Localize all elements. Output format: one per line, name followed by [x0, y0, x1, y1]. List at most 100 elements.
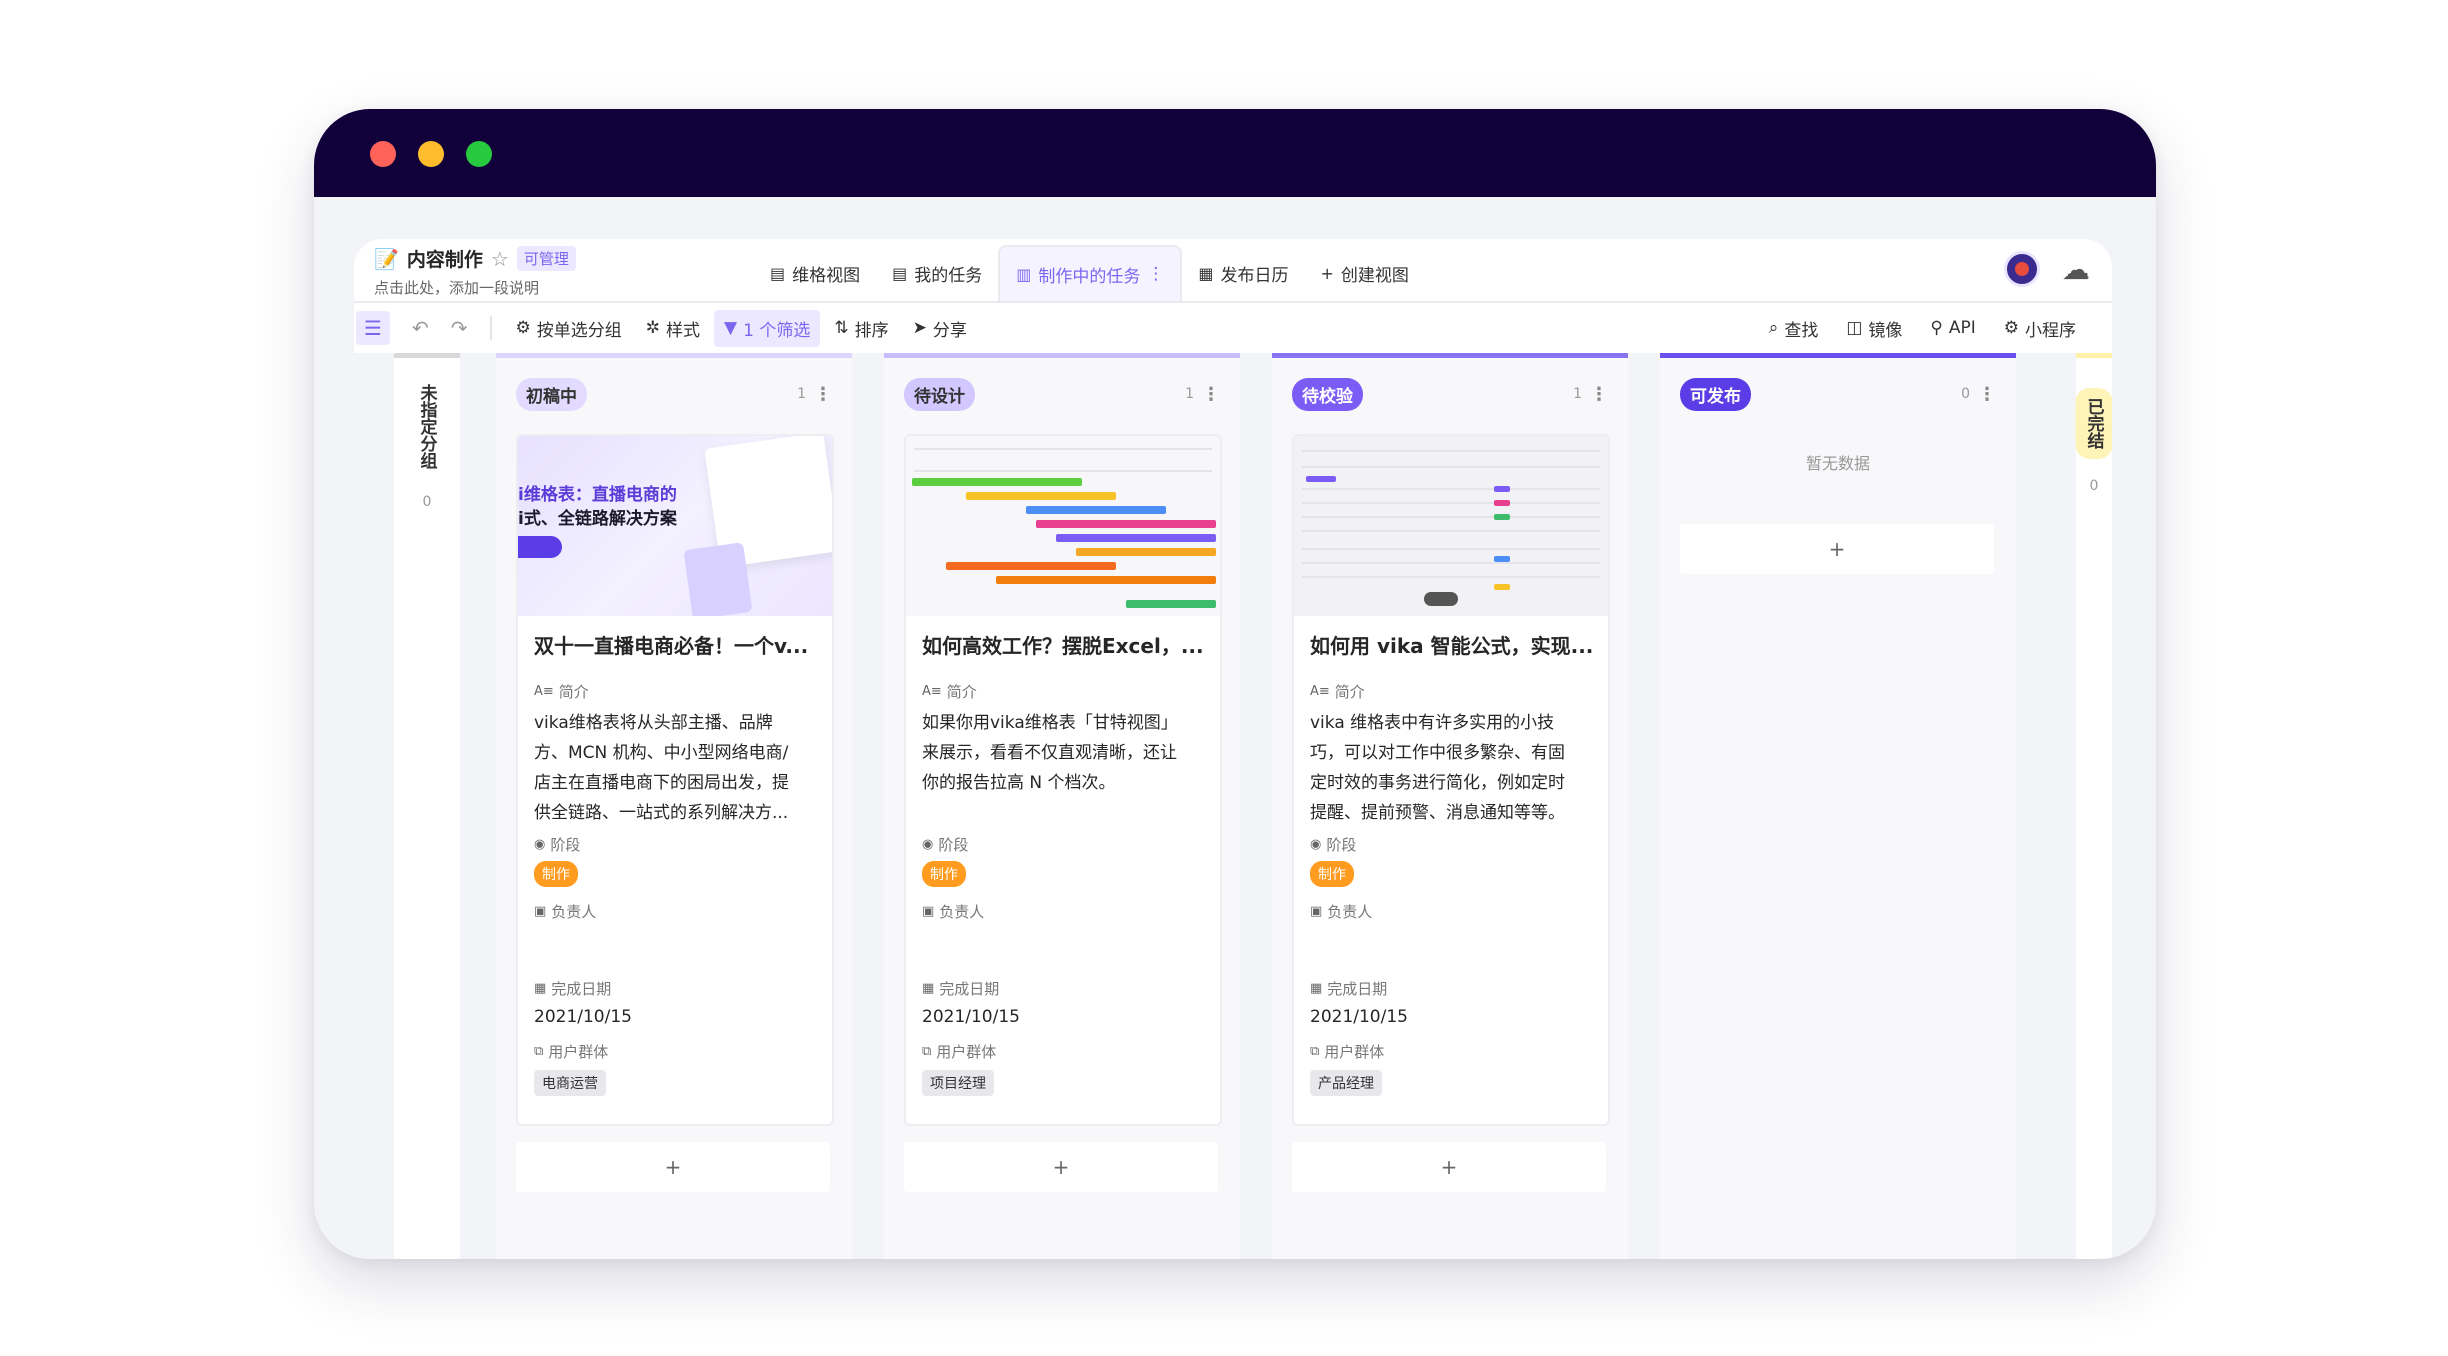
member-icon: ▣ — [534, 904, 547, 919]
column-label[interactable]: 初稿中 — [516, 377, 587, 411]
card-cover-image: i维格表：直播电商的 i式、全链路解决方案 — [518, 436, 832, 616]
field-label: ▦ 完成日期 — [534, 980, 612, 998]
intro-line: 提醒、提前预警、消息通知等等。 — [1310, 803, 1565, 823]
date-icon: ▦ — [534, 981, 547, 996]
redo-icon[interactable]: ↷ — [451, 316, 468, 340]
style-label: 样式 — [666, 320, 701, 341]
column-count: 1 — [797, 386, 806, 402]
ungrouped-label: 未指定分组 — [416, 384, 437, 469]
datasheet-title-area: 📝 内容制作 ☆ 可管理 — [374, 245, 576, 272]
intro-line: 你的报告拉高 N 个档次。 — [922, 773, 1116, 793]
field-label: ▣ 负责人 — [1310, 903, 1373, 921]
column-label[interactable]: 待校验 — [1292, 377, 1363, 411]
kanban-column: 待校验 1 ⋮ 如何用 vika 智能公式，实现... A≡ 简介 vika 维… — [1272, 353, 1628, 1259]
intro-line: 来展示，看看不仅直观清晰，还让 — [922, 743, 1177, 763]
kanban-card[interactable]: 如何用 vika 智能公式，实现... A≡ 简介 vika 维格表中有许多实用的… — [1292, 434, 1610, 1126]
user-group-tag: 产品经理 — [1310, 1070, 1382, 1096]
card-cover-image — [1294, 436, 1608, 616]
minimize-window-button[interactable] — [418, 141, 444, 167]
tab-label: 制作中的任务 — [1038, 266, 1141, 287]
more-icon[interactable]: ⋮ — [1590, 384, 1608, 405]
column-header: 初稿中 1 ⋮ — [516, 376, 832, 412]
toolbar-divider — [489, 316, 492, 340]
more-icon[interactable]: ⋮ — [1202, 384, 1220, 405]
create-view-button[interactable]: + 创建视图 — [1305, 245, 1425, 301]
datasheet-title[interactable]: 内容制作 — [407, 245, 483, 272]
group-label: 按单选分组 — [536, 320, 622, 341]
permission-badge[interactable]: 可管理 — [516, 246, 576, 271]
undo-icon[interactable]: ↶ — [412, 316, 429, 340]
field-label: ⧉ 用户群体 — [534, 1043, 609, 1061]
single-select-icon: ◉ — [534, 837, 546, 852]
sort-icon: ⇅ — [834, 318, 849, 338]
style-icon: ✲ — [645, 318, 661, 338]
intro-line: 巧，可以对工作中很多繁杂、有固 — [1310, 743, 1565, 763]
api-label: API — [1948, 318, 1976, 338]
date-icon: ▦ — [922, 981, 935, 996]
ungrouped-column[interactable]: 未指定分组 0 — [394, 353, 460, 1259]
avatar[interactable] — [2004, 251, 2040, 287]
cloud-sync-icon[interactable]: ☁ — [2062, 253, 2090, 286]
tab-grid-view[interactable]: ▤ 维格视图 — [754, 245, 876, 301]
mirror-button[interactable]: ◫ 镜像 — [1836, 310, 1912, 347]
add-record-button[interactable]: + — [516, 1142, 830, 1192]
api-button[interactable]: ⚲ API — [1920, 312, 1985, 344]
column-count: 0 — [1961, 386, 1970, 402]
view-toolbar: ☰ ↶ ↷ ⚙ 按单选分组 ✲ 样式 ▼ 1 个筛选 ⇅ 排序 ➤ 分享 ⌕ 查找 ◫ 镜像 … — [354, 303, 2112, 353]
mirror-label: 镜像 — [1868, 320, 1903, 341]
api-icon: ⚲ — [1930, 318, 1943, 338]
column-count: 1 — [1185, 386, 1194, 402]
single-select-icon: ◉ — [1310, 837, 1322, 852]
field-label: ▦ 完成日期 — [922, 980, 1000, 998]
close-window-button[interactable] — [370, 141, 396, 167]
sort-button[interactable]: ⇅ 排序 — [824, 310, 898, 347]
card-title: 如何用 vika 智能公式，实现... — [1310, 634, 1594, 658]
kanban-card[interactable]: i维格表：直播电商的 i式、全链路解决方案 双十一直播电商必备！一个v... A… — [516, 434, 834, 1126]
add-record-button[interactable]: + — [904, 1142, 1218, 1192]
find-label: 查找 — [1784, 320, 1819, 341]
stage-badge: 制作 — [534, 861, 578, 887]
column-label[interactable]: 待设计 — [904, 377, 975, 411]
group-button[interactable]: ⚙ 按单选分组 — [506, 310, 632, 347]
star-icon[interactable]: ☆ — [491, 247, 509, 271]
add-record-button[interactable]: + — [1292, 1142, 1606, 1192]
widget-icon: ⚙ — [2003, 318, 2019, 338]
stage-badge: 制作 — [922, 861, 966, 887]
card-title: 双十一直播电商必备！一个v... — [534, 634, 809, 658]
maximize-window-button[interactable] — [466, 141, 492, 167]
tab-in-progress-tasks[interactable]: ▥ 制作中的任务 ⋮ — [998, 245, 1183, 301]
filter-button[interactable]: ▼ 1 个筛选 — [714, 309, 821, 347]
completed-count: 0 — [2089, 478, 2099, 494]
more-icon[interactable]: ⋮ — [814, 384, 832, 405]
more-icon[interactable]: ⋮ — [1978, 384, 1996, 405]
tab-publish-calendar[interactable]: ▦ 发布日历 — [1182, 245, 1304, 301]
datasheet-description[interactable]: 点击此处，添加一段说明 — [374, 277, 539, 298]
share-button[interactable]: ➤ 分享 — [903, 310, 977, 347]
field-label: ⧉ 用户群体 — [1310, 1043, 1385, 1061]
card-intro: vika维格表将从头部主播、品牌 方、MCN 机构、中小型网络电商/ 店主在直播… — [534, 708, 816, 828]
due-date: 2021/10/15 — [922, 1007, 1020, 1027]
card-title: 如何高效工作？摆脱Excel，... — [922, 634, 1204, 658]
column-header: 可发布 0 ⋮ — [1680, 376, 1996, 412]
completed-column[interactable]: 已完结 0 — [2075, 353, 2112, 1259]
field-label: A≡ 简介 — [1310, 683, 1365, 701]
add-record-button[interactable]: + — [1680, 524, 1994, 574]
widget-button[interactable]: ⚙ 小程序 — [1994, 310, 2086, 347]
kanban-card[interactable]: 如何高效工作？摆脱Excel，... A≡ 简介 如果你用vika维格表「甘特视图… — [904, 434, 1222, 1126]
single-select-icon: ◉ — [922, 837, 934, 852]
calendar-icon: ▦ — [1198, 263, 1214, 283]
toolbar-right: ⌕ 查找 ◫ 镜像 ⚲ API ⚙ 小程序 — [1759, 303, 2090, 353]
find-button[interactable]: ⌕ 查找 — [1759, 310, 1829, 347]
more-icon[interactable]: ⋮ — [1147, 264, 1164, 284]
tab-my-tasks[interactable]: ▤ 我的任务 — [876, 245, 998, 301]
style-button[interactable]: ✲ 样式 — [636, 310, 710, 347]
card-intro: vika 维格表中有许多实用的小技 巧，可以对工作中很多繁杂、有固 定时效的事务… — [1310, 708, 1592, 828]
tab-label: 我的任务 — [914, 265, 983, 286]
sidebar-toggle-icon[interactable]: ☰ — [356, 311, 390, 345]
toolbar-left: ☰ ↶ ↷ ⚙ 按单选分组 ✲ 样式 ▼ 1 个筛选 ⇅ 排序 ➤ 分享 — [354, 303, 981, 353]
user-group-tag: 电商运营 — [534, 1070, 606, 1096]
datasheet-header: 📝 内容制作 ☆ 可管理 点击此处，添加一段说明 ▤ 维格视图 ▤ 我的任务 ▥… — [354, 239, 2112, 303]
column-label[interactable]: 可发布 — [1680, 377, 1751, 411]
column-header: 待设计 1 ⋮ — [904, 376, 1220, 412]
date-icon: ▦ — [1310, 981, 1323, 996]
